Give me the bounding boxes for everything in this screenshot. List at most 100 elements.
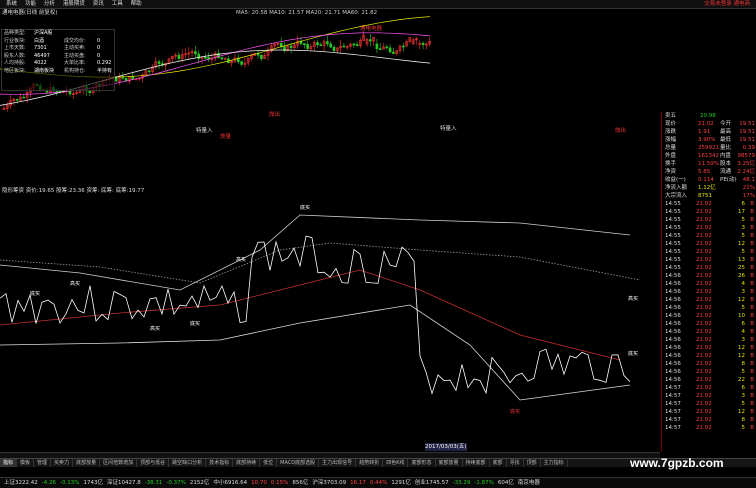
indicator-line — [0, 235, 631, 395]
info-row: 人均持股: 4022 大单比率: 0.292 — [2, 60, 114, 68]
candle-body — [157, 61, 161, 64]
menu-item-tools[interactable]: 工具 — [112, 0, 123, 8]
tick-row: 14:56 21.02 26 B — [662, 272, 756, 280]
info-value: 0.292 — [97, 60, 112, 66]
menu-item-news[interactable]: 资讯 — [93, 0, 104, 8]
quote-value: 21.02 — [698, 121, 714, 127]
annotation: 抛出 — [269, 112, 281, 118]
info-value: 湖南板块 — [34, 67, 55, 74]
quote-value: 0.114 — [698, 177, 714, 183]
tick-price: 21.02 — [696, 377, 712, 383]
tab-4[interactable]: 底部放量 — [73, 459, 101, 467]
tick-time: 14:57 — [665, 393, 681, 399]
tab-20[interactable]: 顶部 — [524, 459, 541, 467]
info-row: 行业板块: 白酒 成交均价: 0 — [2, 38, 114, 46]
indicator-svg: 高买底买底买高买底买底买高买高买底买 — [0, 204, 641, 415]
kline-chart[interactable]: 通电电器(日线 前复权) MA5: 20.58 MA10: 21.57 MA20… — [0, 9, 660, 189]
tick-flag: B — [750, 265, 754, 271]
tab-14[interactable]: 四色K线 — [383, 459, 409, 467]
candle-body — [421, 43, 425, 46]
signal-label: 高买 — [150, 325, 160, 332]
tab-13[interactable]: 趋势转折 — [356, 459, 384, 467]
tab-10[interactable]: 低位 — [260, 459, 278, 467]
tab-16[interactable]: 底部放量 — [436, 459, 463, 467]
tick-price: 21.02 — [696, 273, 712, 279]
tab-19[interactable]: 寻找 — [507, 459, 524, 467]
candle-body — [355, 44, 359, 47]
tick-row: 14:56 21.02 5 B — [662, 304, 756, 312]
tick-flag: B — [750, 361, 754, 367]
candle-body — [131, 76, 134, 80]
signal-label: 底买 — [628, 350, 638, 357]
quote-label: 净资 — [665, 169, 677, 175]
tick-price: 21.02 — [696, 409, 712, 415]
tab-9[interactable]: 底部持续 — [233, 459, 261, 467]
tab-17[interactable]: 持续底部 — [463, 459, 490, 467]
info-value: 白酒 — [34, 37, 45, 44]
tab-11[interactable]: MACD底部选股 — [277, 459, 320, 467]
quote-label: 最低 — [720, 137, 732, 143]
tick-volume: 6 — [741, 321, 746, 327]
indicator-chart[interactable]: 隐形筹资 资价:19.65 股筹:23.36 资筹: 底筹: 底筹:19.77 … — [0, 188, 660, 452]
tab-12[interactable]: 主力出现信号 — [319, 459, 357, 467]
candle-body — [352, 43, 356, 46]
tick-time: 14:56 — [665, 297, 681, 303]
quote-value: 3.90% — [698, 137, 716, 143]
quote-label: 涨跌 — [665, 129, 677, 135]
menu-item-help[interactable]: 帮助 — [131, 0, 142, 8]
quote-label: 今开 — [720, 121, 732, 127]
date-cursor-label: 2017/03/03(五) — [425, 443, 467, 451]
tab-21[interactable]: 主力指标 — [541, 459, 568, 467]
candle-body — [302, 43, 306, 45]
info-value: 半持有 — [97, 67, 113, 74]
annotation: 抛出 — [615, 128, 627, 134]
menu-item-function[interactable]: 功能 — [25, 0, 36, 8]
candle-body — [388, 47, 392, 53]
login-status[interactable]: 交易未登录 通电商 — [704, 0, 750, 8]
tab-1[interactable]: 模板 — [17, 459, 35, 467]
tab-15[interactable]: 底部形态 — [408, 459, 436, 467]
tab-8[interactable]: 技术指标 — [206, 459, 234, 467]
tab-2[interactable]: 管理 — [34, 459, 52, 467]
tab-7[interactable]: 跳空缺口分析 — [169, 459, 207, 467]
tab-5[interactable]: 区间倍数增加 — [100, 459, 138, 467]
tick-time: 14:56 — [665, 329, 681, 335]
tick-price: 21.02 — [696, 393, 712, 399]
tick-flag: B — [750, 401, 754, 407]
tick-volume: 5 — [741, 369, 746, 375]
quote-value: 21% — [742, 185, 755, 191]
tick-list[interactable]: 14:55 21.02 6 B 14:55 21.02 17 B 14:55 21.02 5 B 14:… — [662, 200, 756, 432]
info-row: 股东人数: 46497 主动买盘: 0 — [2, 53, 114, 61]
tick-row: 14:56 21.02 12 B — [662, 352, 756, 360]
tick-volume: 13 — [738, 257, 745, 263]
tick-time: 14:56 — [665, 305, 681, 311]
menu-item-system[interactable]: 系统 — [6, 0, 17, 8]
candle-body — [319, 44, 323, 46]
tick-flag: B — [750, 209, 754, 215]
tab-18[interactable]: 底部 — [490, 459, 507, 467]
tab-0[interactable]: 指标 — [0, 459, 18, 467]
indicator-line — [0, 304, 631, 401]
tick-volume: 5 — [741, 305, 746, 311]
tick-volume: 12 — [738, 241, 745, 247]
tick-time: 14:56 — [665, 337, 681, 343]
tab-3[interactable]: 买卖力 — [51, 459, 74, 467]
tick-volume: 3 — [741, 225, 746, 231]
candle-body — [289, 45, 293, 49]
tick-price: 21.02 — [696, 289, 712, 295]
info-key: 地区板块: — [4, 67, 26, 74]
candle-body — [306, 43, 309, 49]
menu-item-analysis[interactable]: 分析 — [44, 0, 55, 8]
tab-6[interactable]: 顶部与低谷 — [137, 459, 170, 467]
candle-body — [22, 96, 26, 99]
tick-price: 21.02 — [696, 401, 712, 407]
tick-time: 14:55 — [665, 241, 681, 247]
tick-price: 21.02 — [696, 329, 712, 335]
quote-label: 涨幅 — [665, 137, 677, 143]
tick-volume: 12 — [738, 353, 745, 359]
menu-item-hk-futures[interactable]: 港股期货 — [63, 0, 85, 8]
indicator-line — [0, 214, 631, 291]
signal-label: 底买 — [510, 408, 520, 415]
quote-value: 19.51 — [739, 129, 755, 135]
tick-volume: 5 — [741, 233, 746, 239]
